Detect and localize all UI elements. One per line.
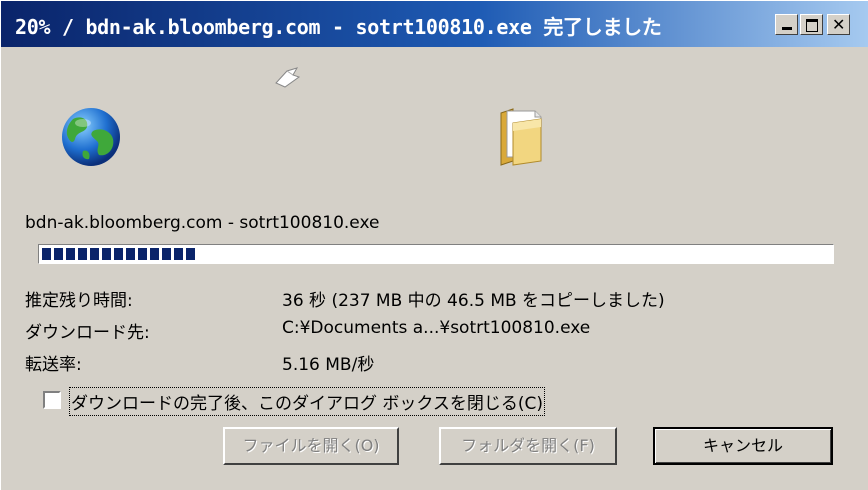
flying-paper-icon	[275, 67, 301, 88]
close-on-complete-checkbox[interactable]	[43, 391, 61, 409]
time-remaining-value: 36 秒 (237 MB 中の 46.5 MB をコピーしました)	[282, 291, 665, 311]
download-dialog: 20% / bdn-ak.bloomberg.com - sotrt100810…	[0, 0, 868, 490]
download-to-label: ダウンロード先:	[25, 323, 150, 343]
maximize-icon[interactable]	[800, 14, 823, 35]
open-folder-button[interactable]: フォルダを開く(F)	[439, 427, 617, 465]
download-to-value: C:¥Documents a...¥sotrt100810.exe	[282, 318, 591, 338]
progress-bar	[38, 244, 834, 264]
title-bar[interactable]: 20% / bdn-ak.bloomberg.com - sotrt100810…	[1, 1, 868, 47]
close-on-complete-label[interactable]: ダウンロードの完了後、このダイアログ ボックスを閉じる(C)	[68, 387, 546, 416]
close-icon[interactable]	[827, 14, 850, 35]
download-info: bdn-ak.bloomberg.com - sotrt100810.exe	[25, 213, 380, 233]
open-file-button[interactable]: ファイルを開く(O)	[223, 427, 399, 465]
transfer-rate-label: 転送率:	[25, 355, 82, 375]
progress-fill	[42, 248, 195, 260]
minimize-icon[interactable]	[775, 14, 798, 35]
folder-icon	[500, 108, 542, 166]
globe-icon	[62, 108, 120, 166]
window-title: 20% / bdn-ak.bloomberg.com - sotrt100810…	[15, 15, 662, 39]
cancel-button[interactable]: キャンセル	[653, 427, 833, 465]
time-remaining-label: 推定残り時間:	[25, 291, 133, 311]
transfer-rate-value: 5.16 MB/秒	[282, 355, 375, 375]
